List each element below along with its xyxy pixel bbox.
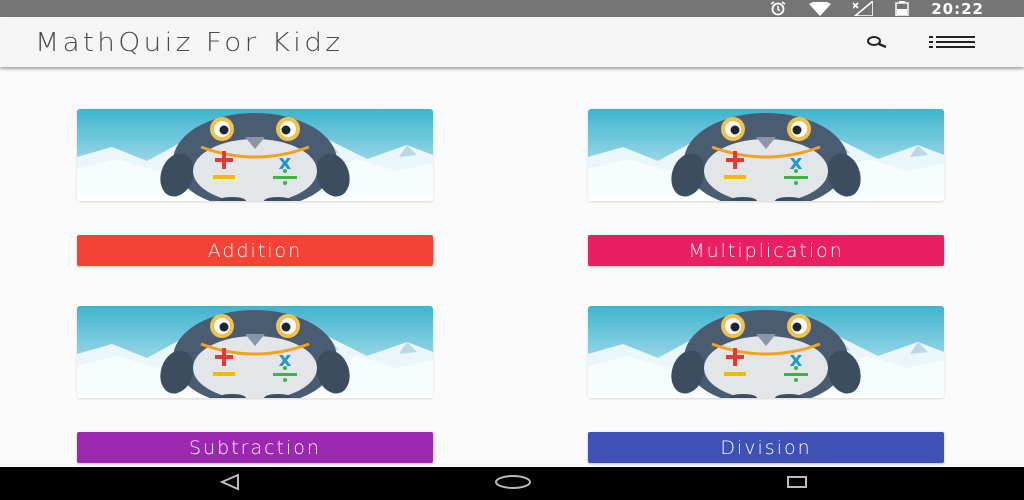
menu-icon	[927, 34, 977, 53]
app-title: MathQuiz For Kidz	[35, 28, 344, 58]
search-icon	[866, 33, 888, 52]
subtraction-button[interactable]: Subtraction	[77, 432, 433, 463]
multiplication-button[interactable]: Multiplication	[588, 235, 944, 266]
penguin-illustration	[77, 109, 433, 201]
card-subtraction: Subtraction	[77, 306, 433, 463]
home-icon	[493, 473, 533, 495]
wifi-icon	[809, 1, 832, 16]
battery-icon	[895, 1, 909, 16]
home-button[interactable]	[492, 473, 534, 495]
no-signal-icon	[853, 1, 874, 16]
card-division: Division	[588, 306, 944, 463]
recents-icon	[784, 474, 810, 494]
app-bar: MathQuiz For Kidz	[0, 17, 1024, 67]
card-addition: Addition	[77, 109, 433, 266]
back-button[interactable]	[214, 473, 244, 495]
navigation-bar	[0, 467, 1024, 500]
penguin-illustration	[77, 306, 433, 398]
penguin-illustration	[588, 306, 944, 398]
addition-button[interactable]: Addition	[77, 235, 433, 266]
penguin-illustration	[588, 109, 944, 201]
status-bar: 20:22	[0, 0, 1024, 18]
recents-button[interactable]	[780, 473, 814, 495]
back-icon	[218, 473, 240, 495]
search-button[interactable]	[862, 34, 892, 50]
status-time: 20:22	[931, 0, 984, 18]
menu-button[interactable]	[925, 35, 979, 51]
division-button[interactable]: Division	[588, 432, 944, 463]
alarm-icon	[769, 1, 787, 16]
card-multiplication: Multiplication	[588, 109, 944, 266]
